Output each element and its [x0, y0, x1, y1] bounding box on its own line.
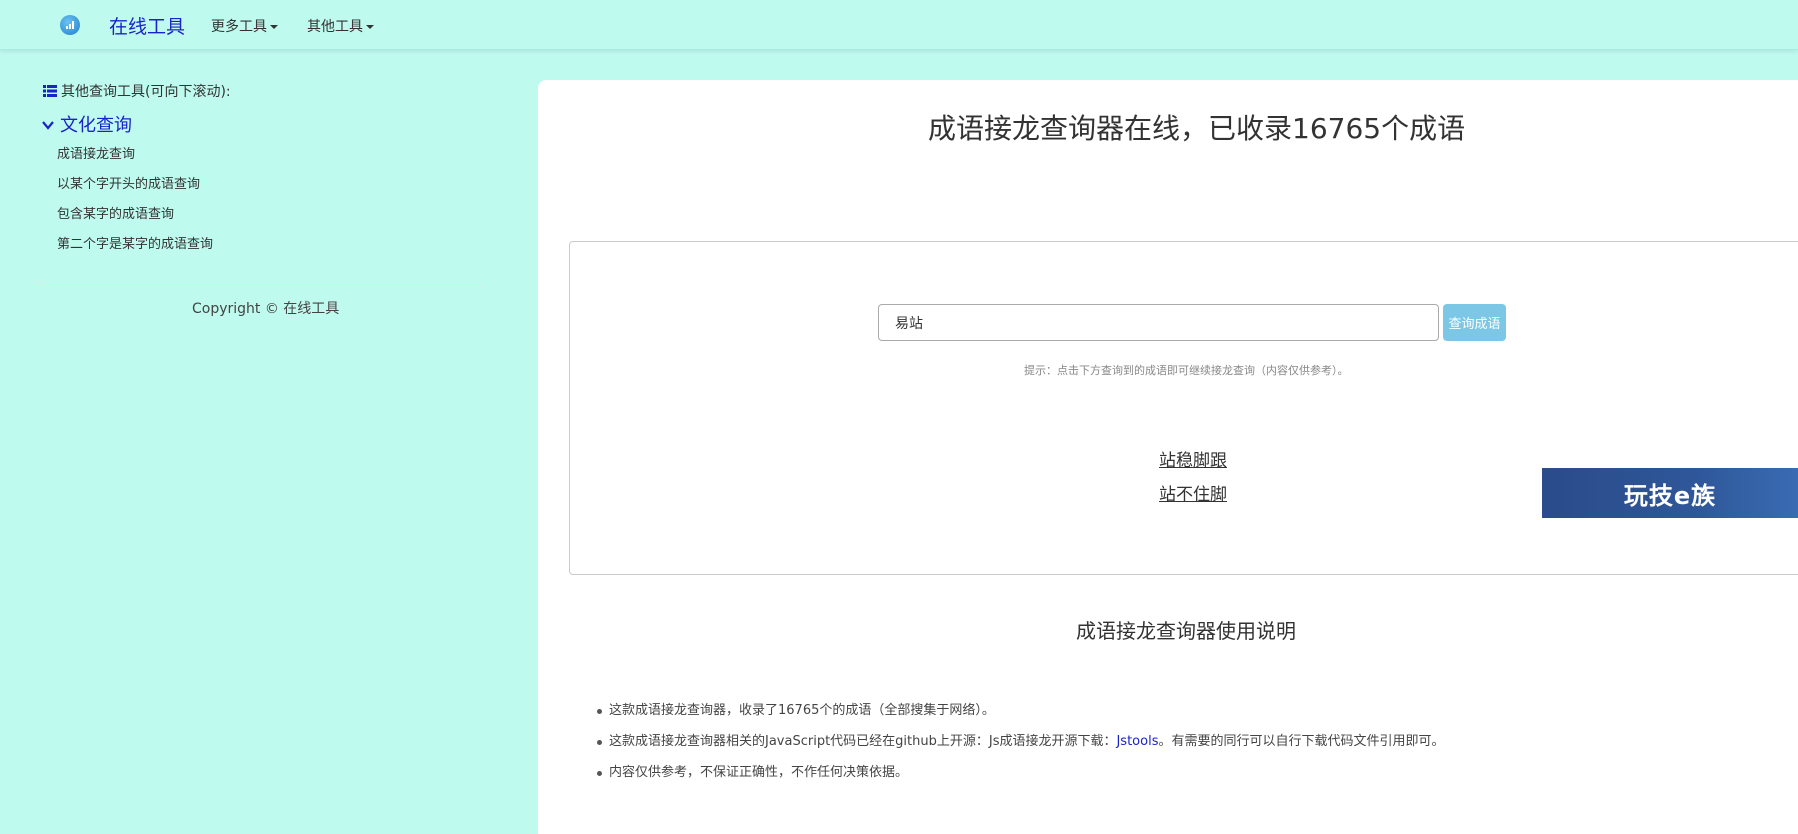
- caret-down-icon: [366, 25, 374, 29]
- sidebar-link-second-char[interactable]: 第二个字是某字的成语查询: [57, 233, 213, 252]
- sidebar-divider: [36, 285, 484, 286]
- result-idiom-1[interactable]: 站稳脚跟: [1159, 446, 1227, 471]
- other-tools-label: 其他工具: [307, 19, 363, 35]
- other-tools-menu[interactable]: 其他工具: [307, 16, 374, 36]
- more-tools-menu[interactable]: 更多工具: [211, 16, 278, 36]
- copyright-text: Copyright © 在线工具: [192, 301, 340, 317]
- search-input[interactable]: [878, 304, 1439, 341]
- logo-icon[interactable]: [60, 15, 80, 35]
- note-text: 这款成语接龙查询器，收录了16765个的成语（全部搜集于网络）。: [609, 703, 995, 718]
- brand-link[interactable]: 在线工具: [109, 12, 185, 39]
- usage-notes: 这款成语接龙查询器，收录了16765个的成语（全部搜集于网络）。 这款成语接龙查…: [597, 702, 1444, 795]
- query-box: [569, 241, 1798, 575]
- sidebar-link-idiom-chain[interactable]: 成语接龙查询: [57, 143, 135, 162]
- top-navbar: 在线工具 更多工具 其他工具: [0, 0, 1798, 50]
- sidebar-title-text: 其他查询工具(可向下滚动):: [61, 84, 231, 100]
- ad-banner[interactable]: 玩技e族: [1542, 468, 1798, 518]
- note-item: 这款成语接龙查询器，收录了16765个的成语（全部搜集于网络）。: [597, 702, 1444, 733]
- note-text: 内容仅供参考，不保证正确性，不作任何决策依据。: [609, 765, 909, 780]
- query-button[interactable]: 查询成语: [1443, 304, 1506, 341]
- note-text: 这款成语接龙查询器相关的JavaScript代码已经在github上开源：Js成…: [609, 734, 1117, 749]
- hint-text: 提示：点击下方查询到的成语即可继续接龙查询（内容仅供参考）。: [1024, 364, 1349, 377]
- jstools-link[interactable]: Jstools: [1116, 734, 1158, 749]
- category-culture[interactable]: 文化查询: [41, 111, 132, 137]
- sidebar-link-contains[interactable]: 包含某字的成语查询: [57, 203, 174, 222]
- note-text: 。有需要的同行可以自行下载代码文件引用即可。: [1158, 734, 1445, 749]
- sidebar-title: 其他查询工具(可向下滚动):: [43, 81, 231, 101]
- usage-title: 成语接龙查询器使用说明: [1076, 619, 1296, 643]
- note-item: 这款成语接龙查询器相关的JavaScript代码已经在github上开源：Js成…: [597, 733, 1444, 764]
- more-tools-label: 更多工具: [211, 19, 267, 35]
- list-icon: [43, 85, 57, 97]
- note-item: 内容仅供参考，不保证正确性，不作任何决策依据。: [597, 764, 1444, 795]
- chevron-down-icon: [42, 121, 54, 130]
- sidebar-link-starts-with[interactable]: 以某个字开头的成语查询: [57, 173, 200, 192]
- caret-down-icon: [270, 25, 278, 29]
- category-label: 文化查询: [60, 115, 132, 136]
- page-title: 成语接龙查询器在线，已收录16765个成语: [928, 112, 1466, 145]
- result-idiom-2[interactable]: 站不住脚: [1159, 480, 1227, 505]
